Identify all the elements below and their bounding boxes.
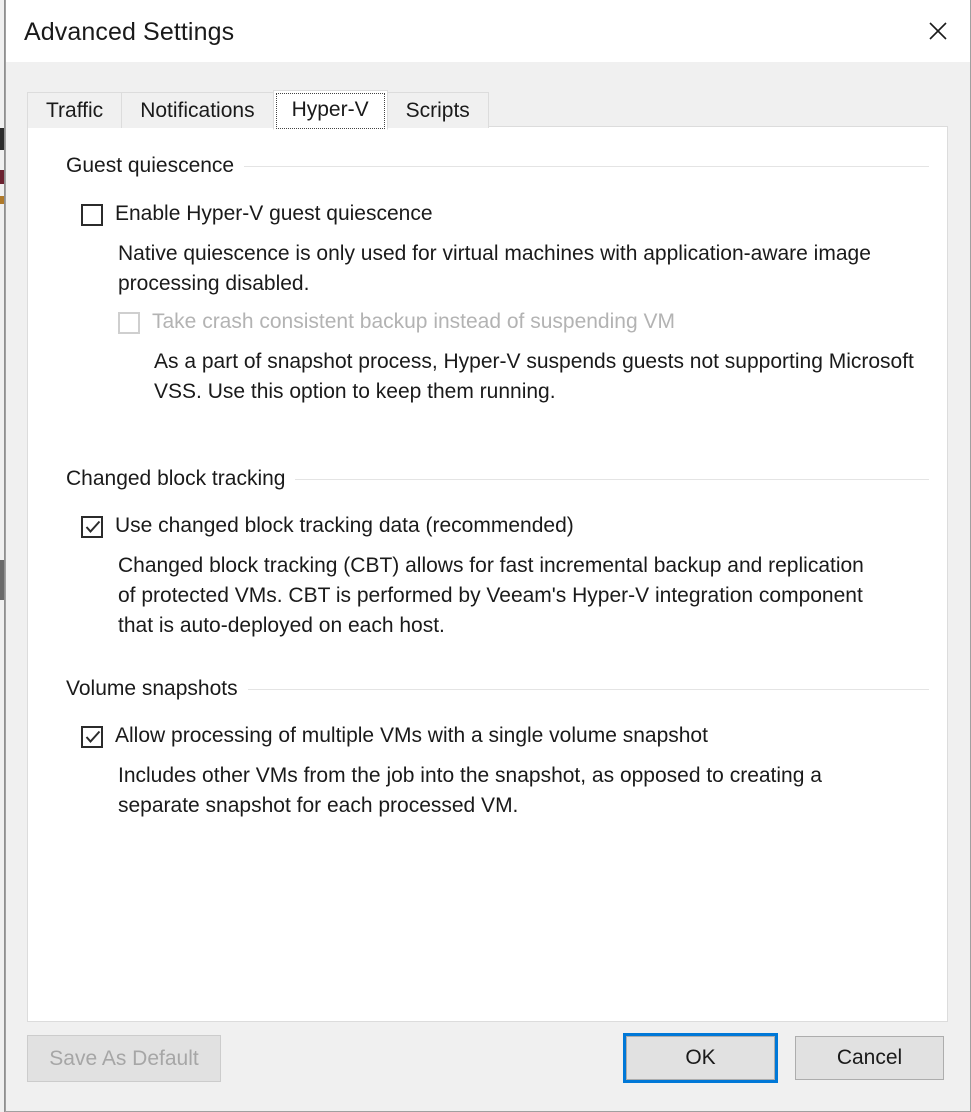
checkbox-row-use-cbt[interactable]: Use changed block tracking data (recomme… xyxy=(81,513,929,539)
tab-strip: Traffic Notifications Hyper-V Scripts xyxy=(27,90,489,130)
group-changed-block-tracking-header: Changed block tracking xyxy=(66,467,929,490)
checkmark-icon xyxy=(85,730,101,743)
checkbox-row-crash-consistent-backup: Take crash consistent backup instead of … xyxy=(118,309,929,335)
close-icon xyxy=(927,20,949,42)
checkmark-icon xyxy=(85,520,101,533)
crash-consistent-backup-checkbox xyxy=(118,312,140,334)
allow-multi-vm-snapshot-checkbox[interactable] xyxy=(81,726,103,748)
tab-notifications-label: Notifications xyxy=(140,98,255,122)
background-accent-4 xyxy=(0,560,4,600)
tab-scripts-label: Scripts xyxy=(405,98,470,122)
background-accent-3 xyxy=(0,196,4,204)
close-button[interactable] xyxy=(906,0,970,62)
ok-button[interactable]: OK xyxy=(623,1033,778,1083)
title-bar: Advanced Settings xyxy=(6,0,970,63)
tab-content-panel: Guest quiescence Enable Hyper-V guest qu… xyxy=(27,126,948,1022)
tab-scripts[interactable]: Scripts xyxy=(386,92,489,128)
cancel-label: Cancel xyxy=(836,1046,903,1069)
group-volume-snapshots-header: Volume snapshots xyxy=(66,677,929,700)
changed-block-tracking-description: Changed block tracking (CBT) allows for … xyxy=(118,554,864,637)
save-as-default-button[interactable]: Save As Default xyxy=(27,1035,221,1082)
ok-label: OK xyxy=(685,1046,716,1069)
crash-consistent-backup-description: As a part of snapshot process, Hyper-V s… xyxy=(154,350,914,403)
group-changed-block-tracking-title: Changed block tracking xyxy=(66,467,286,490)
group-guest-quiescence-rule xyxy=(244,165,929,167)
crash-consistent-backup-label: Take crash consistent backup instead of … xyxy=(152,310,675,333)
dialog-title: Advanced Settings xyxy=(24,18,235,46)
cancel-button[interactable]: Cancel xyxy=(795,1036,944,1080)
tab-traffic-label: Traffic xyxy=(46,98,104,122)
advanced-settings-dialog: Advanced Settings Traffic Notifications … xyxy=(5,0,971,1112)
group-changed-block-tracking: Changed block tracking Use changed block… xyxy=(66,467,929,641)
use-cbt-label: Use changed block tracking data (recomme… xyxy=(115,514,574,537)
enable-guest-quiescence-label: Enable Hyper-V guest quiescence xyxy=(115,202,433,225)
save-as-default-label: Save As Default xyxy=(49,1046,199,1070)
group-guest-quiescence-title: Guest quiescence xyxy=(66,154,235,177)
group-changed-block-tracking-rule xyxy=(295,478,929,480)
allow-multi-vm-snapshot-label: Allow processing of multiple VMs with a … xyxy=(115,724,708,747)
background-accent-2 xyxy=(0,170,4,184)
tab-notifications[interactable]: Notifications xyxy=(121,92,274,128)
checkbox-row-enable-guest-quiescence[interactable]: Enable Hyper-V guest quiescence xyxy=(81,201,929,227)
volume-snapshots-description: Includes other VMs from the job into the… xyxy=(118,764,822,817)
group-volume-snapshots-title: Volume snapshots xyxy=(66,677,238,700)
background-accent-1 xyxy=(0,128,4,150)
group-guest-quiescence: Guest quiescence Enable Hyper-V guest qu… xyxy=(66,154,929,407)
group-guest-quiescence-header: Guest quiescence xyxy=(66,154,929,177)
group-volume-snapshots: Volume snapshots Allow processing of mul… xyxy=(66,677,929,821)
tab-hyper-v-label: Hyper-V xyxy=(291,98,369,121)
group-volume-snapshots-rule xyxy=(247,688,929,690)
checkbox-row-allow-multi-vm-snapshot[interactable]: Allow processing of multiple VMs with a … xyxy=(81,723,929,749)
tab-traffic[interactable]: Traffic xyxy=(27,92,123,128)
tab-hyper-v[interactable]: Hyper-V xyxy=(272,90,388,130)
use-cbt-checkbox[interactable] xyxy=(81,516,103,538)
enable-guest-quiescence-checkbox[interactable] xyxy=(81,204,103,226)
guest-quiescence-description: Native quiescence is only used for virtu… xyxy=(118,242,871,295)
